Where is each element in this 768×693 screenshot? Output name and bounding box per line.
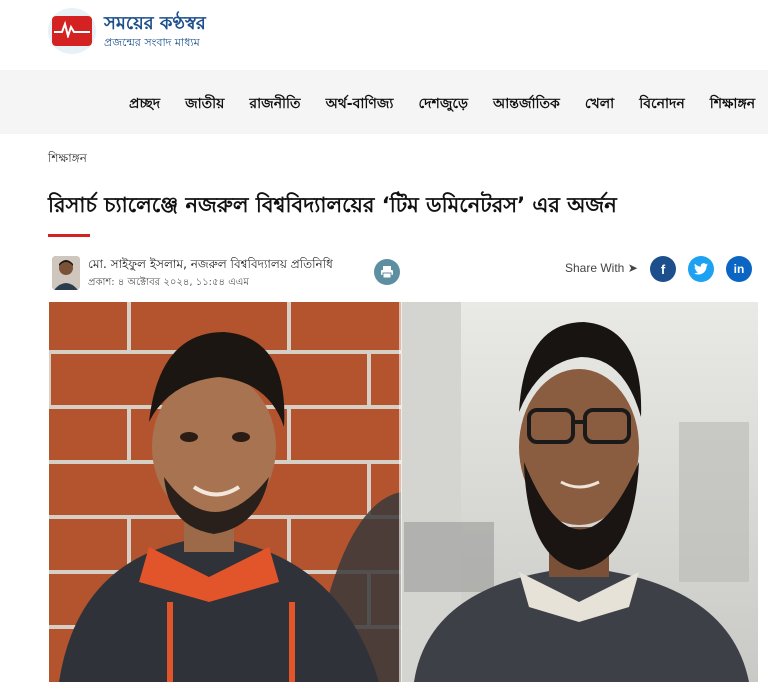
facebook-icon[interactable]: f bbox=[650, 256, 676, 282]
author-name[interactable]: মো. সাইফুল ইসলাম, নজরুল বিশ্ববিদ্যালয় প… bbox=[88, 256, 333, 276]
nav-item-country[interactable]: দেশজুড়ে bbox=[419, 92, 468, 116]
site-title: সময়ের কণ্ঠস্বর bbox=[104, 12, 206, 34]
article-meta: মো. সাইফুল ইসলাম, নজরুল বিশ্ববিদ্যালয় প… bbox=[48, 254, 758, 294]
site-header: সময়ের কণ্ঠস্বর প্রজন্মের সংবাদ মাধ্যম bbox=[0, 0, 768, 70]
twitter-icon[interactable] bbox=[688, 256, 714, 282]
breadcrumb-category[interactable]: শিক্ষাঙ্গন bbox=[48, 150, 87, 170]
linkedin-icon[interactable]: in bbox=[726, 256, 752, 282]
headline-divider bbox=[48, 234, 90, 237]
nav-item-home[interactable]: প্রচ্ছদ bbox=[129, 92, 160, 116]
logo-icon bbox=[48, 8, 96, 54]
nav-item-international[interactable]: আন্তর্জাতিক bbox=[493, 92, 560, 116]
main-nav: প্রচ্ছদ জাতীয় রাজনীতি অর্থ-বাণিজ্য দেশজ… bbox=[0, 70, 768, 134]
publish-date: প্রকাশ: ৪ অক্টোবর ২০২৪, ১১:৫৪ এএম bbox=[88, 277, 249, 288]
nav-item-national[interactable]: জাতীয় bbox=[185, 92, 224, 116]
article-photo bbox=[49, 302, 758, 682]
nav-item-politics[interactable]: রাজনীতি bbox=[249, 92, 300, 116]
nav-item-economy[interactable]: অর্থ-বাণিজ্য bbox=[326, 92, 394, 116]
print-icon[interactable] bbox=[374, 259, 400, 285]
nav-item-sports[interactable]: খেলা bbox=[585, 92, 614, 116]
share-label: Share With ➤ bbox=[565, 261, 638, 275]
site-tagline: প্রজন্মের সংবাদ মাধ্যম bbox=[104, 35, 200, 49]
author-avatar bbox=[52, 256, 80, 290]
nav-item-education[interactable]: শিক্ষাঙ্গন bbox=[710, 92, 755, 116]
article-headline: রিসার্চ চ্যালেঞ্জে নজরুল বিশ্ববিদ্যালয়ে… bbox=[48, 193, 617, 217]
nav-item-entertainment[interactable]: বিনোদন bbox=[639, 92, 685, 116]
site-logo[interactable]: সময়ের কণ্ঠস্বর প্রজন্মের সংবাদ মাধ্যম bbox=[48, 8, 206, 54]
